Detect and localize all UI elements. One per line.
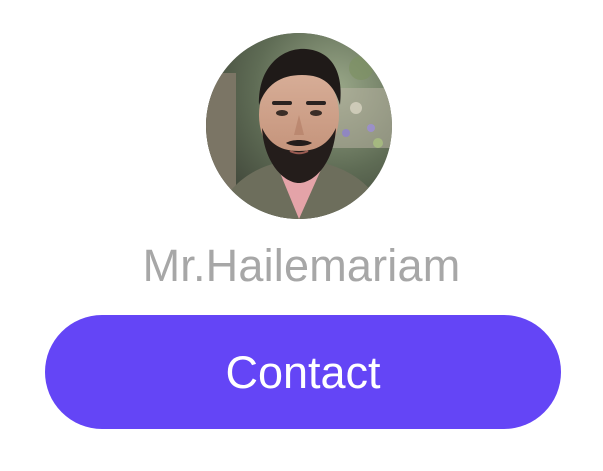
avatar-photo — [206, 33, 392, 219]
contact-button-label: Contact — [225, 346, 381, 398]
contact-button[interactable]: Contact — [45, 315, 561, 429]
avatar — [206, 33, 392, 219]
profile-card: Mr.Hailemariam Contact — [0, 0, 603, 471]
profile-name: Mr.Hailemariam — [142, 240, 461, 291]
